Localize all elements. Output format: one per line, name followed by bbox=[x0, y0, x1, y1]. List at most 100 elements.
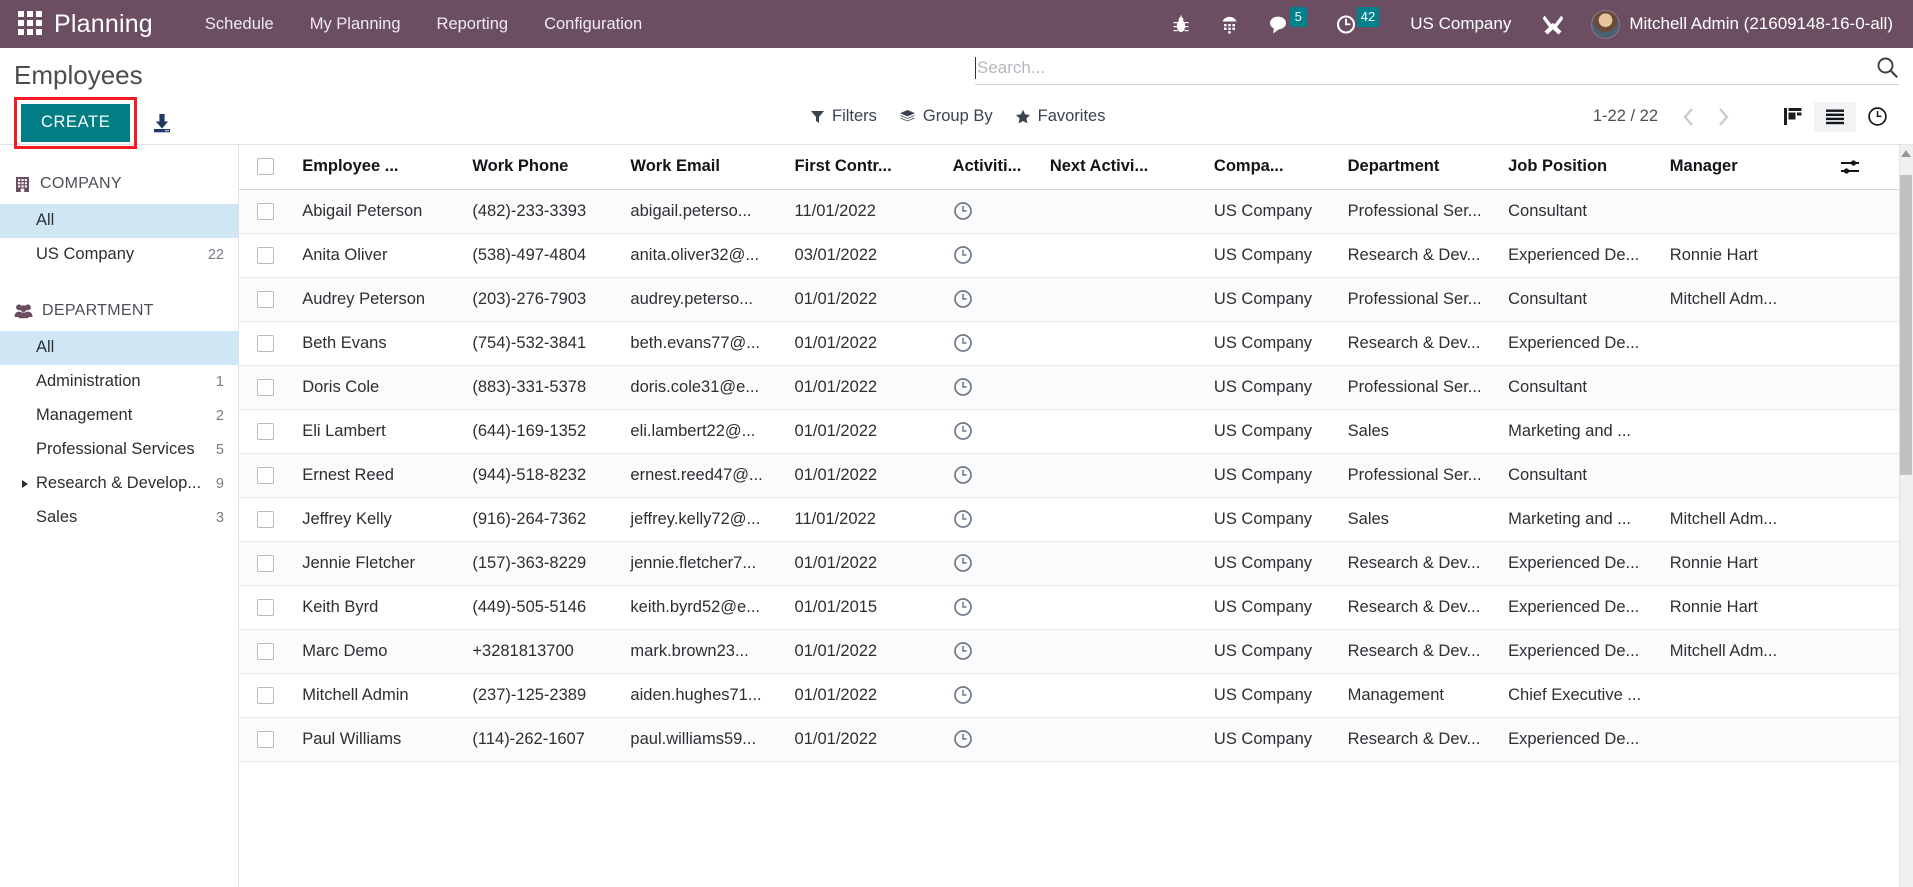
sidebar-item-us-company[interactable]: US Company 22 bbox=[0, 238, 238, 272]
filters-button[interactable]: Filters bbox=[810, 107, 877, 126]
sidebar-item-administration[interactable]: Administration 1 bbox=[0, 365, 238, 399]
table-row[interactable]: Paul Williams (114)-262-1607 paul.williams… bbox=[239, 717, 1913, 762]
table-row[interactable]: Mitchell Admin (237)-125-2389 aiden.hughes… bbox=[239, 673, 1913, 718]
activities-clock-icon[interactable]: 42 bbox=[1322, 0, 1394, 48]
list-view-button[interactable] bbox=[1814, 101, 1856, 132]
row-checkbox[interactable] bbox=[257, 730, 274, 748]
column-header-company[interactable]: Compa... bbox=[1213, 145, 1348, 190]
sidebar-item-department-all[interactable]: All bbox=[0, 331, 238, 365]
nav-item-my-planning[interactable]: My Planning bbox=[292, 1, 419, 48]
create-button[interactable]: CREATE bbox=[21, 104, 131, 142]
favorites-button[interactable]: Favorites bbox=[1015, 107, 1105, 126]
bug-icon[interactable] bbox=[1157, 0, 1205, 48]
row-checkbox-cell[interactable] bbox=[239, 277, 303, 322]
column-header-activities[interactable]: Activiti... bbox=[952, 145, 1050, 190]
group-by-button[interactable]: Group By bbox=[899, 107, 993, 126]
sidebar-item-management[interactable]: Management 2 bbox=[0, 399, 238, 433]
column-header-manager[interactable]: Manager bbox=[1669, 145, 1840, 190]
row-checkbox-cell[interactable] bbox=[239, 409, 303, 454]
row-checkbox[interactable] bbox=[257, 598, 274, 616]
cell-company: US Company bbox=[1213, 717, 1348, 762]
cell-company: US Company bbox=[1213, 277, 1348, 322]
column-header-work-email[interactable]: Work Email bbox=[630, 145, 795, 190]
row-checkbox-cell[interactable] bbox=[239, 629, 303, 674]
row-checkbox-cell[interactable] bbox=[239, 365, 303, 410]
table-row[interactable]: Marc Demo +3281813700 mark.brown23... 01/01… bbox=[239, 629, 1913, 674]
row-checkbox[interactable] bbox=[257, 202, 274, 220]
sidebar-item-label: Research & Develop... bbox=[36, 474, 202, 492]
column-options-icon[interactable] bbox=[1840, 158, 1893, 176]
star-icon bbox=[1015, 109, 1030, 123]
sidebar-item-professional-services[interactable]: Professional Services 5 bbox=[0, 433, 238, 467]
row-checkbox[interactable] bbox=[257, 378, 274, 396]
table-row[interactable]: Ernest Reed (944)-518-8232 ernest.reed47@.… bbox=[239, 453, 1913, 498]
layers-icon bbox=[899, 109, 915, 121]
user-menu[interactable]: Mitchell Admin (21609148-16-0-all) bbox=[1579, 9, 1899, 39]
chevron-right-icon[interactable] bbox=[22, 480, 28, 488]
table-row[interactable]: Doris Cole (883)-331-5378 doris.cole31@e..… bbox=[239, 365, 1913, 410]
table-row[interactable]: Jeffrey Kelly (916)-264-7362 jeffrey.kelly… bbox=[239, 497, 1913, 542]
tools-icon[interactable] bbox=[1527, 0, 1579, 48]
column-header-job-position[interactable]: Job Position bbox=[1508, 145, 1670, 190]
row-checkbox[interactable] bbox=[257, 686, 274, 704]
row-checkbox-cell[interactable] bbox=[239, 497, 303, 542]
row-checkbox-cell[interactable] bbox=[239, 541, 303, 586]
column-header-employee-name[interactable]: Employee ... bbox=[302, 145, 473, 190]
row-checkbox[interactable] bbox=[257, 334, 274, 352]
pager-previous-button[interactable] bbox=[1672, 105, 1706, 129]
sidebar-item-research-development[interactable]: Research & Develop... 9 bbox=[0, 467, 238, 501]
cell-work-phone: (754)-532-3841 bbox=[472, 321, 631, 366]
column-header-next-activity[interactable]: Next Activi... bbox=[1049, 145, 1214, 190]
column-header-first-contract[interactable]: First Contr... bbox=[794, 145, 953, 190]
table-header-row: Employee ... Work Phone Work Email First… bbox=[239, 145, 1913, 190]
row-checkbox[interactable] bbox=[257, 246, 274, 264]
navbar-company-switcher[interactable]: US Company bbox=[1394, 14, 1527, 34]
table-row[interactable]: Jennie Fletcher (157)-363-8229 jennie.flet… bbox=[239, 541, 1913, 586]
nav-item-reporting[interactable]: Reporting bbox=[419, 1, 527, 48]
row-checkbox[interactable] bbox=[257, 290, 274, 308]
import-download-icon[interactable] bbox=[151, 112, 173, 134]
table-row[interactable]: Eli Lambert (644)-169-1352 eli.lambert22@.… bbox=[239, 409, 1913, 454]
pager-next-button[interactable] bbox=[1706, 105, 1740, 129]
cell-department: Research & Dev... bbox=[1347, 541, 1509, 586]
kanban-view-button[interactable] bbox=[1772, 101, 1814, 132]
cell-manager: Mitchell Adm... bbox=[1669, 497, 1840, 542]
row-checkbox-cell[interactable] bbox=[239, 189, 303, 234]
app-brand-planning[interactable]: Planning bbox=[54, 10, 153, 39]
table-row[interactable]: Keith Byrd (449)-505-5146 keith.byrd52@e..… bbox=[239, 585, 1913, 630]
search-icon[interactable] bbox=[1866, 56, 1899, 79]
row-checkbox-cell[interactable] bbox=[239, 585, 303, 630]
row-checkbox[interactable] bbox=[257, 554, 274, 572]
sidebar-item-company-all[interactable]: All bbox=[0, 204, 238, 238]
column-header-department[interactable]: Department bbox=[1347, 145, 1509, 190]
nav-item-configuration[interactable]: Configuration bbox=[526, 1, 660, 48]
row-checkbox-cell[interactable] bbox=[239, 453, 303, 498]
apps-grid-icon[interactable] bbox=[18, 11, 44, 37]
scrollbar-thumb[interactable] bbox=[1900, 175, 1912, 475]
scroll-up-arrow-icon[interactable] bbox=[1901, 150, 1911, 157]
row-checkbox-cell[interactable] bbox=[239, 717, 303, 762]
row-checkbox[interactable] bbox=[257, 466, 274, 484]
nav-item-schedule[interactable]: Schedule bbox=[187, 1, 292, 48]
cell-department: Professional Ser... bbox=[1347, 189, 1509, 234]
dialpad-icon[interactable] bbox=[1205, 0, 1254, 48]
messages-icon[interactable]: 5 bbox=[1254, 0, 1322, 48]
table-row[interactable]: Abigail Peterson (482)-233-3393 abigail.pe… bbox=[239, 189, 1913, 234]
row-checkbox[interactable] bbox=[257, 422, 274, 440]
row-checkbox[interactable] bbox=[257, 642, 274, 660]
table-row[interactable]: Beth Evans (754)-532-3841 beth.evans77@...… bbox=[239, 321, 1913, 366]
row-checkbox[interactable] bbox=[257, 510, 274, 528]
vertical-scrollbar[interactable] bbox=[1899, 145, 1913, 887]
sidebar-item-sales[interactable]: Sales 3 bbox=[0, 501, 238, 535]
column-header-work-phone[interactable]: Work Phone bbox=[472, 145, 631, 190]
row-checkbox-cell[interactable] bbox=[239, 233, 303, 278]
search-input[interactable] bbox=[977, 57, 1866, 78]
activity-view-button[interactable] bbox=[1856, 100, 1899, 133]
row-checkbox-cell[interactable] bbox=[239, 673, 303, 718]
cell-employee-name: Jeffrey Kelly bbox=[302, 497, 473, 542]
cell-company: US Company bbox=[1213, 189, 1348, 234]
row-checkbox-cell[interactable] bbox=[239, 321, 303, 366]
table-row[interactable]: Audrey Peterson (203)-276-7903 audrey.pete… bbox=[239, 277, 1913, 322]
select-all-checkbox[interactable] bbox=[257, 158, 274, 176]
table-row[interactable]: Anita Oliver (538)-497-4804 anita.oliver32… bbox=[239, 233, 1913, 278]
